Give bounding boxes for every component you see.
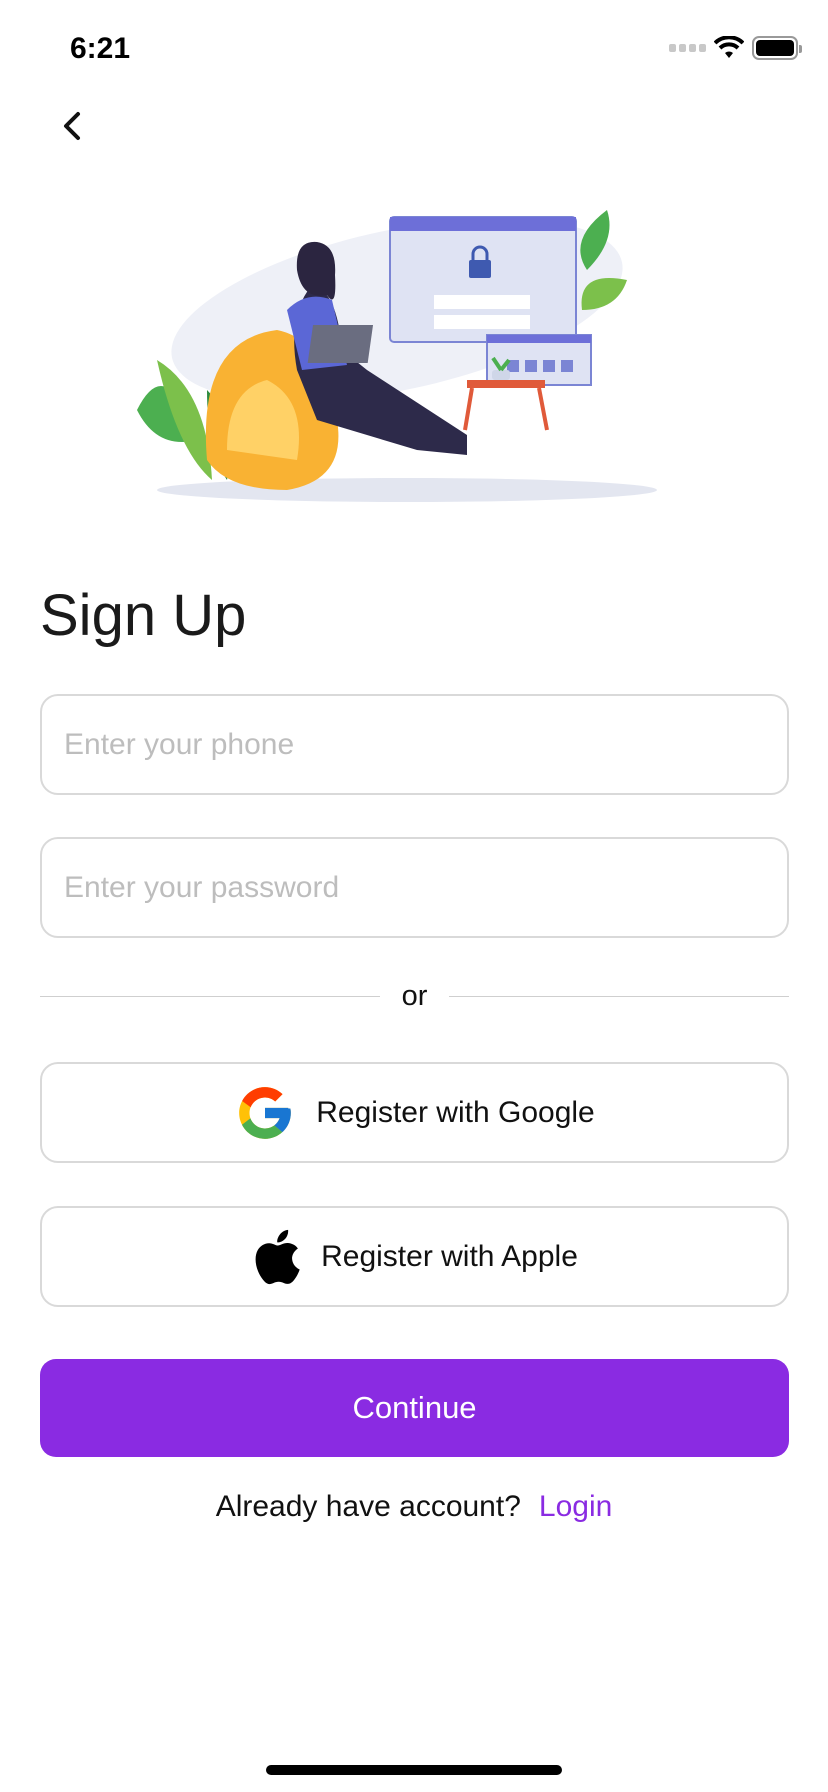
login-prompt: Already have account? Login [0, 1490, 828, 1524]
phone-input[interactable] [64, 727, 765, 762]
apple-icon [255, 1229, 300, 1284]
google-icon [239, 1086, 292, 1139]
register-apple-button[interactable]: Register with Apple [40, 1206, 789, 1307]
status-time: 6:21 [70, 32, 131, 65]
home-indicator [266, 1765, 562, 1775]
signup-illustration [137, 210, 657, 502]
continue-button[interactable]: Continue [40, 1359, 789, 1457]
or-divider: or [40, 980, 790, 1013]
login-prompt-text: Already have account? [215, 1490, 521, 1523]
battery-icon [752, 36, 802, 60]
signal-icon [669, 44, 706, 52]
google-label: Register with Google [316, 1095, 595, 1129]
password-field[interactable] [40, 837, 789, 938]
page-title: Sign Up [40, 583, 247, 648]
apple-label: Register with Apple [321, 1239, 578, 1273]
divider-line [449, 996, 790, 997]
phone-field[interactable] [40, 694, 789, 795]
register-google-button[interactable]: Register with Google [40, 1062, 789, 1163]
divider-line [40, 996, 380, 997]
divider-text: or [401, 980, 428, 1012]
login-link[interactable]: Login [539, 1490, 612, 1523]
wifi-icon [714, 36, 744, 58]
chevron-left-icon[interactable] [56, 108, 92, 144]
status-icons [669, 36, 802, 60]
password-input[interactable] [64, 870, 765, 905]
